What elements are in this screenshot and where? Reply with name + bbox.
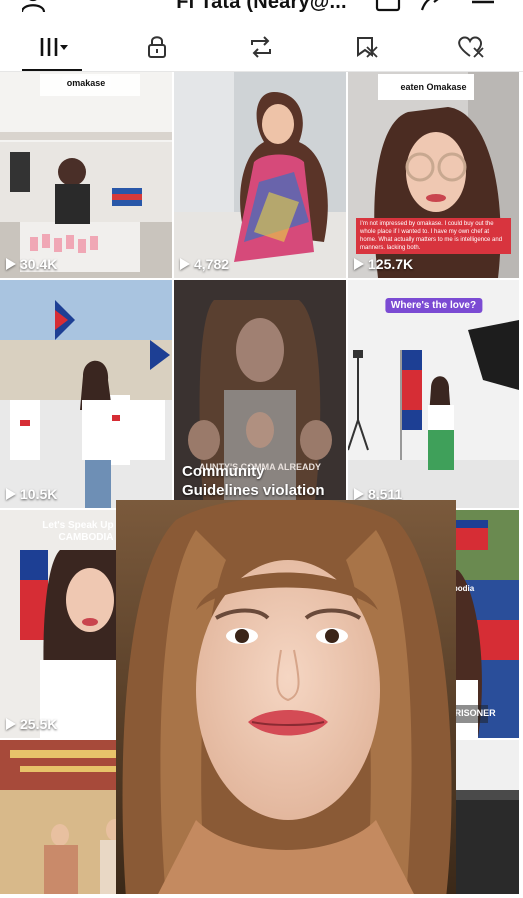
view-count: 4,782 <box>180 256 229 272</box>
video-thumbnail[interactable]: eaten Omakase I'm not impressed by omaka… <box>348 72 519 278</box>
video-thumbnail[interactable]: AUNTY'S COMMA ALREADY Community Guidelin… <box>174 280 346 508</box>
tab-private[interactable] <box>105 22 210 71</box>
repost-icon <box>251 35 272 58</box>
profile-header: Fi Tata (Neary@... <box>0 0 523 22</box>
parade-crowd-image <box>0 280 172 508</box>
video-thumbnail[interactable]: Where's the love? 8,511 <box>348 280 519 508</box>
floating-video-player[interactable] <box>116 500 456 898</box>
heart-icon <box>457 36 484 58</box>
play-icon <box>354 488 364 500</box>
view-count-text: 4,782 <box>194 256 230 272</box>
menu-icon[interactable] <box>470 0 496 12</box>
view-count-text: 25.5K <box>20 716 58 732</box>
video-caption: omakase <box>61 76 111 90</box>
play-icon <box>354 258 364 270</box>
profile-tabs <box>0 22 523 72</box>
view-count: 30.4K <box>6 256 57 272</box>
bookmark-icon <box>357 36 378 58</box>
face-video-frame <box>116 500 456 898</box>
view-count: 125.7K <box>354 256 413 272</box>
video-thumbnail[interactable]: 10.5K <box>0 280 172 508</box>
tab-favorites[interactable] <box>314 22 419 71</box>
studio-flag-image <box>348 280 519 508</box>
video-thumbnail[interactable]: 4,782 <box>174 72 346 278</box>
view-count: 25.5K <box>6 716 57 732</box>
play-icon <box>6 488 16 500</box>
tab-grid[interactable] <box>0 22 105 71</box>
grid-icon <box>40 37 69 56</box>
office-scene-image <box>0 72 172 278</box>
video-thumbnail[interactable]: omakase 30.4K <box>0 72 172 278</box>
tab-reposts[interactable] <box>209 22 314 71</box>
video-note: I'm not impressed by omakase. I could bu… <box>356 218 511 254</box>
video-caption: eaten Omakase <box>395 80 472 94</box>
tab-liked[interactable] <box>418 22 523 71</box>
calendar-icon[interactable] <box>375 0 401 12</box>
bottom-edge <box>0 894 523 898</box>
play-icon <box>6 718 16 730</box>
lock-icon <box>147 35 166 58</box>
violation-label: Community Guidelines violation <box>182 462 325 500</box>
violation-line-2: Guidelines violation <box>182 482 325 499</box>
play-icon <box>180 258 190 270</box>
violation-line-1: Community <box>182 463 265 480</box>
woman-floral-dress-image <box>174 72 346 278</box>
view-count-text: 30.4K <box>20 256 58 272</box>
play-icon <box>6 258 16 270</box>
view-count: 10.5K <box>6 486 57 502</box>
share-icon[interactable] <box>420 0 446 12</box>
video-caption: Where's the love? <box>384 298 483 313</box>
view-count-text: 10.5K <box>20 486 58 502</box>
view-count-text: 125.7K <box>368 256 414 272</box>
